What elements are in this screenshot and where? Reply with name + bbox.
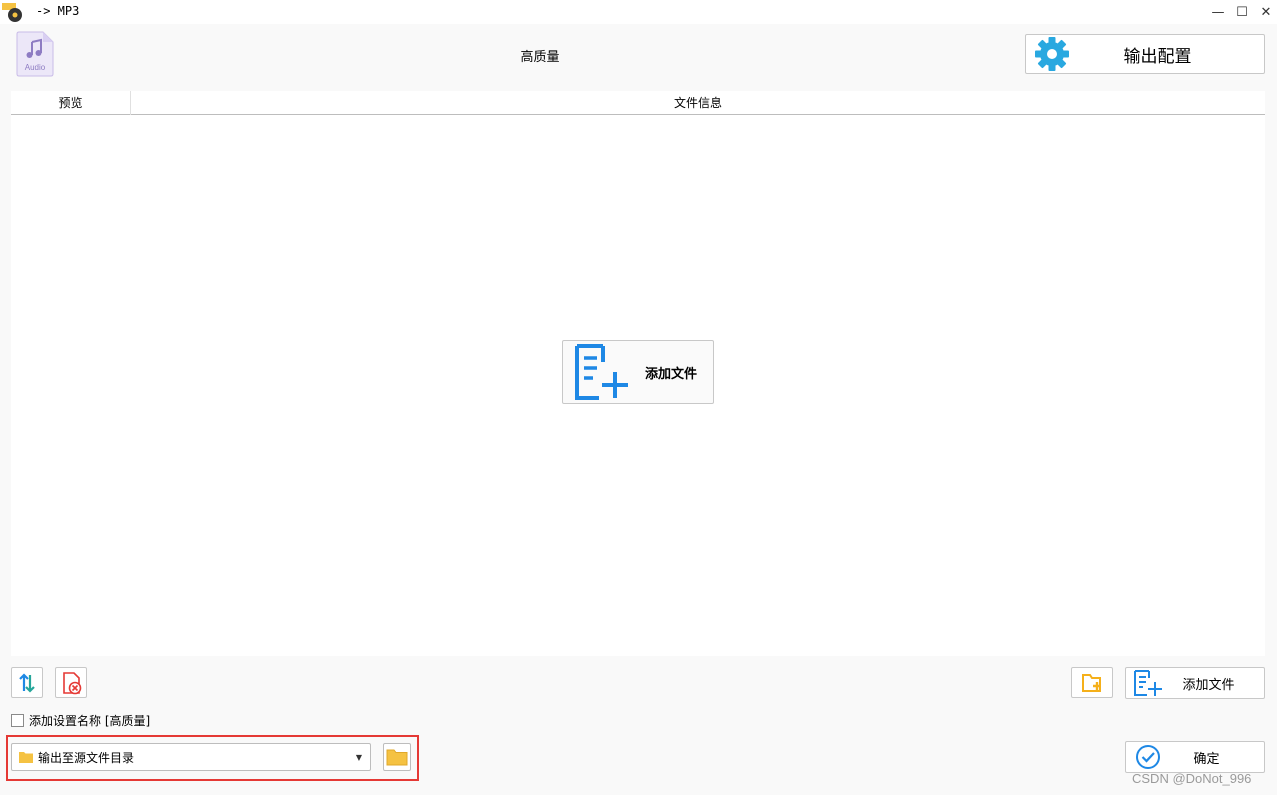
add-setting-name-option[interactable]: 添加设置名称 [高质量] — [11, 712, 150, 729]
add-file-button[interactable]: 添加文件 — [1125, 667, 1265, 699]
add-file-icon — [575, 344, 628, 400]
output-directory-value: 输出至源文件目录 — [38, 750, 135, 765]
preset-name: 高质量 — [520, 50, 560, 65]
output-config-button[interactable]: 输出配置 — [1025, 34, 1265, 74]
watermark: CSDN @DoNot_996 — [1132, 771, 1252, 786]
add-file-center-button[interactable]: 添加文件 — [562, 340, 714, 404]
app-logo-icon — [2, 3, 22, 22]
add-file-label: 添加文件 — [1182, 677, 1235, 693]
check-circle-icon — [1136, 745, 1160, 769]
audio-file-icon: Audio — [16, 31, 54, 77]
folder-icon — [386, 749, 408, 766]
gear-icon — [1035, 37, 1069, 71]
column-header-preview[interactable]: 预览 — [11, 91, 131, 115]
audio-icon-label: Audio — [25, 63, 46, 72]
add-folder-icon — [1082, 673, 1101, 692]
delete-file-button[interactable] — [55, 667, 87, 698]
browse-folder-button[interactable] — [383, 743, 411, 771]
add-file-icon — [1134, 670, 1162, 696]
title-bar: -> MP3 — ☐ ✕ — [0, 0, 1277, 24]
table-header: 预览 文件信息 — [11, 91, 1265, 115]
add-file-center-label: 添加文件 — [645, 366, 698, 382]
window-title: -> MP3 — [36, 4, 80, 18]
add-setting-name-label: 添加设置名称 [高质量] — [29, 714, 151, 728]
sort-button[interactable] — [11, 667, 43, 698]
confirm-label: 确定 — [1193, 751, 1220, 767]
sort-arrows-icon — [19, 672, 35, 693]
folder-icon — [19, 752, 33, 763]
column-header-file-info[interactable]: 文件信息 — [131, 91, 1265, 115]
close-button[interactable]: ✕ — [1252, 0, 1277, 24]
file-table: 预览 文件信息 添加文件 — [11, 91, 1265, 656]
add-setting-name-checkbox[interactable] — [11, 714, 24, 727]
output-config-label: 输出配置 — [1123, 46, 1192, 67]
confirm-button[interactable]: 确定 — [1125, 741, 1265, 773]
output-directory-select[interactable]: 输出至源文件目录 ▼ — [11, 743, 371, 771]
chevron-down-icon: ▼ — [355, 752, 362, 762]
add-folder-button[interactable] — [1071, 667, 1113, 698]
delete-file-icon — [63, 671, 82, 694]
